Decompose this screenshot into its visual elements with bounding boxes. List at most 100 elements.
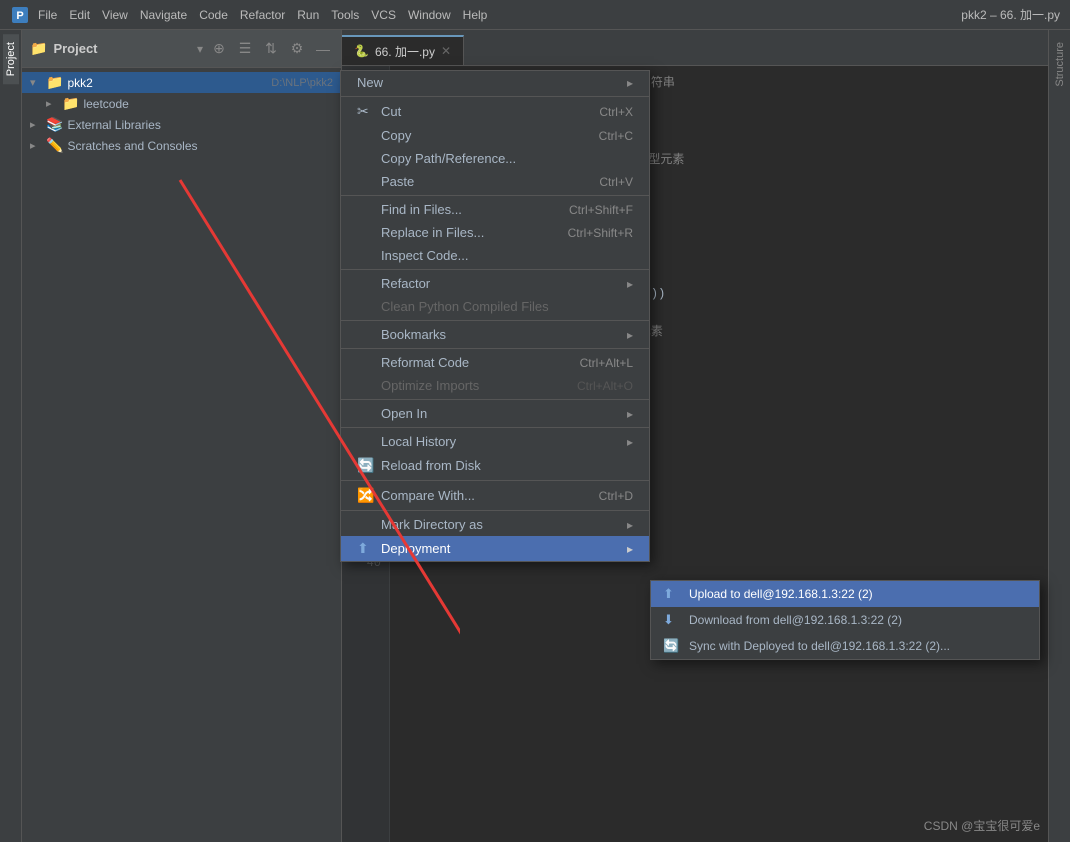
svg-text:P: P xyxy=(16,10,23,22)
menu-item-copypath[interactable]: Copy Path/Reference... xyxy=(341,147,649,170)
deployment-submenu[interactable]: ⬆ Upload to dell@192.168.1.3:22 (2) ⬇ Do… xyxy=(650,580,1040,660)
submenu-download-label: Download from dell@192.168.1.3:22 (2) xyxy=(689,613,902,627)
submenu-upload-label: Upload to dell@192.168.1.3:22 (2) xyxy=(689,587,873,601)
menu-item-cut[interactable]: ✂ Cut Ctrl+X xyxy=(341,99,649,124)
sidebar-item-structure[interactable]: Structure xyxy=(1052,34,1068,95)
menu-file[interactable]: File xyxy=(38,8,57,22)
menu-item-reformatcode[interactable]: Reformat Code Ctrl+Alt+L xyxy=(341,351,649,374)
minimize-icon[interactable]: — xyxy=(313,39,333,59)
menu-refactor[interactable]: Refactor xyxy=(240,8,285,22)
tree-label-pkk2: pkk2 xyxy=(67,76,267,90)
menu-item-openin-label: Open In xyxy=(381,406,627,421)
tree-label-leetcode: leetcode xyxy=(83,97,333,111)
reload-icon: 🔄 xyxy=(357,457,377,474)
menu-code[interactable]: Code xyxy=(199,8,228,22)
sort-icon[interactable]: ⇅ xyxy=(261,39,281,59)
cut-shortcut: Ctrl+X xyxy=(599,105,633,119)
editor-tabs: 🐍 66. 加一.py ✕ xyxy=(342,30,1048,66)
menu-item-comparewith[interactable]: 🔀 Compare With... Ctrl+D xyxy=(341,483,649,508)
tree-item-pkk2[interactable]: ▾ 📁 pkk2 D:\NLP\pkk2 xyxy=(22,72,341,93)
watermark: CSDN @宝宝很可爱e xyxy=(924,817,1040,834)
collapse-all-icon[interactable]: ☰ xyxy=(235,39,255,59)
menu-item-optimizeimports-label: Optimize Imports xyxy=(381,378,557,393)
submenu-item-upload[interactable]: ⬆ Upload to dell@192.168.1.3:22 (2) xyxy=(651,581,1039,607)
menu-item-markdirectoryas-label: Mark Directory as xyxy=(381,517,627,532)
menu-item-bookmarks[interactable]: Bookmarks ▸ xyxy=(341,323,649,346)
menu-item-cleanpython-label: Clean Python Compiled Files xyxy=(381,299,633,314)
menu-help[interactable]: Help xyxy=(463,8,488,22)
submenu-arrow: ▸ xyxy=(627,435,633,449)
menu-vcs[interactable]: VCS xyxy=(371,8,396,22)
menu-item-markdirectoryas[interactable]: Mark Directory as ▸ xyxy=(341,513,649,536)
right-side-tabs: Structure xyxy=(1048,30,1070,842)
submenu-arrow: ▸ xyxy=(627,328,633,342)
menu-separator xyxy=(341,348,649,349)
project-tree: ▾ 📁 pkk2 D:\NLP\pkk2 ▸ 📁 leetcode ▸ 📚 Ex… xyxy=(22,68,341,842)
menu-separator xyxy=(341,96,649,97)
menu-item-inspectcode-label: Inspect Code... xyxy=(381,248,633,263)
tree-label-scratches: Scratches and Consoles xyxy=(67,139,333,153)
title-bar: P File Edit View Navigate Code Refactor … xyxy=(0,0,1070,30)
menu-tools[interactable]: Tools xyxy=(331,8,359,22)
tab-close-icon[interactable]: ✕ xyxy=(441,44,451,58)
menu-item-paste[interactable]: Paste Ctrl+V xyxy=(341,170,649,193)
sidebar-item-project[interactable]: Project xyxy=(3,34,19,84)
menu-separator xyxy=(341,399,649,400)
settings-icon[interactable]: ⚙ xyxy=(287,39,307,59)
menu-item-new[interactable]: New ▸ xyxy=(341,71,649,94)
tree-arrow: ▾ xyxy=(30,76,46,89)
submenu-arrow: ▸ xyxy=(627,76,633,90)
menu-separator xyxy=(341,427,649,428)
replaceinfiles-shortcut: Ctrl+Shift+R xyxy=(568,226,633,240)
editor-tab-file[interactable]: 🐍 66. 加一.py ✕ xyxy=(342,35,464,65)
menu-item-copy[interactable]: Copy Ctrl+C xyxy=(341,124,649,147)
menu-bar[interactable]: File Edit View Navigate Code Refactor Ru… xyxy=(38,8,487,22)
tree-arrow: ▸ xyxy=(30,139,46,152)
menu-item-reformatcode-label: Reformat Code xyxy=(381,355,560,370)
menu-item-copy-label: Copy xyxy=(381,128,579,143)
tree-item-external-libraries[interactable]: ▸ 📚 External Libraries xyxy=(22,114,341,135)
reformatcode-shortcut: Ctrl+Alt+L xyxy=(580,356,633,370)
submenu-arrow: ▸ xyxy=(627,277,633,291)
menu-item-openin[interactable]: Open In ▸ xyxy=(341,402,649,425)
menu-edit[interactable]: Edit xyxy=(69,8,90,22)
menu-item-inspectcode[interactable]: Inspect Code... xyxy=(341,244,649,267)
tree-item-leetcode[interactable]: ▸ 📁 leetcode xyxy=(22,93,341,114)
menu-item-new-label: New xyxy=(357,75,627,90)
tree-label-external-libraries: External Libraries xyxy=(67,118,333,132)
optimizeimports-shortcut: Ctrl+Alt+O xyxy=(577,379,633,393)
tree-arrow: ▸ xyxy=(46,97,62,110)
menu-item-replaceinfiles[interactable]: Replace in Files... Ctrl+Shift+R xyxy=(341,221,649,244)
app-logo: P xyxy=(10,5,30,25)
tree-path-pkk2: D:\NLP\pkk2 xyxy=(271,77,333,89)
menu-separator xyxy=(341,510,649,511)
context-menu[interactable]: New ▸ ✂ Cut Ctrl+X Copy Ctrl+C Copy Path… xyxy=(340,70,650,562)
scratches-icon: ✏️ xyxy=(46,137,63,154)
submenu-item-sync[interactable]: 🔄 Sync with Deployed to dell@192.168.1.3… xyxy=(651,633,1039,659)
menu-item-findinfiles[interactable]: Find in Files... Ctrl+Shift+F xyxy=(341,198,649,221)
menu-separator xyxy=(341,480,649,481)
tree-item-scratches[interactable]: ▸ ✏️ Scratches and Consoles xyxy=(22,135,341,156)
folder-icon: 📁 xyxy=(46,74,63,91)
menu-separator xyxy=(341,320,649,321)
menu-run[interactable]: Run xyxy=(297,8,319,22)
menu-item-cut-label: Cut xyxy=(381,104,579,119)
menu-item-refactor[interactable]: Refactor ▸ xyxy=(341,272,649,295)
menu-window[interactable]: Window xyxy=(408,8,451,22)
folder-icon: 📁 xyxy=(30,40,47,57)
menu-item-deployment[interactable]: ⬆ Deployment ▸ xyxy=(341,536,649,561)
locate-icon[interactable]: ⊕ xyxy=(209,39,229,59)
menu-navigate[interactable]: Navigate xyxy=(140,8,187,22)
menu-separator xyxy=(341,195,649,196)
folder-icon: 📁 xyxy=(62,95,79,112)
menu-item-findinfiles-label: Find in Files... xyxy=(381,202,549,217)
menu-item-copypath-label: Copy Path/Reference... xyxy=(381,151,633,166)
project-dropdown[interactable]: ▾ xyxy=(197,42,203,56)
menu-item-reloadfromdisk-label: Reload from Disk xyxy=(381,458,633,473)
menu-item-localhistory[interactable]: Local History ▸ xyxy=(341,430,649,453)
menu-view[interactable]: View xyxy=(102,8,128,22)
submenu-item-download[interactable]: ⬇ Download from dell@192.168.1.3:22 (2) xyxy=(651,607,1039,633)
menu-item-deployment-label: Deployment xyxy=(381,541,627,556)
menu-item-reloadfromdisk[interactable]: 🔄 Reload from Disk xyxy=(341,453,649,478)
menu-item-comparewith-label: Compare With... xyxy=(381,488,579,503)
